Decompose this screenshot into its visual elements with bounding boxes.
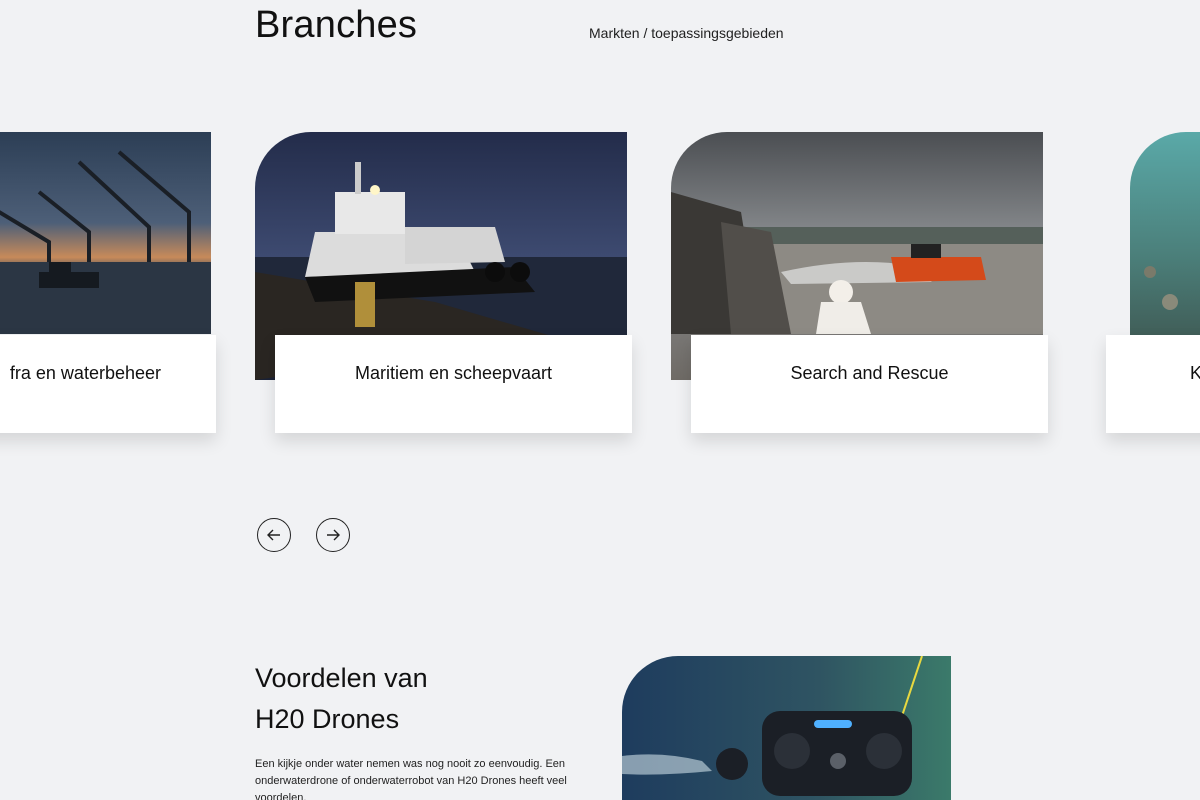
benefits-title: Voordelen van H20 Drones [255,658,555,740]
branch-card-label: Search and Rescue [691,335,1048,433]
branch-card-label: K [1106,335,1200,433]
arrow-left-icon [267,529,280,541]
carousel-prev-button[interactable] [257,518,291,552]
branch-card-label: Maritiem en scheepvaart [275,335,632,433]
arrow-right-icon [327,529,340,541]
benefits-title-line1: Voordelen van [255,663,428,693]
underwater-drone-image [622,656,951,800]
branches-carousel: fra en waterbeheer Maritiem en scheepvaa… [0,0,1200,480]
branch-card-label: fra en waterbeheer [0,335,216,433]
benefits-title-line2: H20 Drones [255,704,400,734]
carousel-next-button[interactable] [316,518,350,552]
benefits-text: Een kijkje onder water nemen was nog noo… [255,758,567,800]
